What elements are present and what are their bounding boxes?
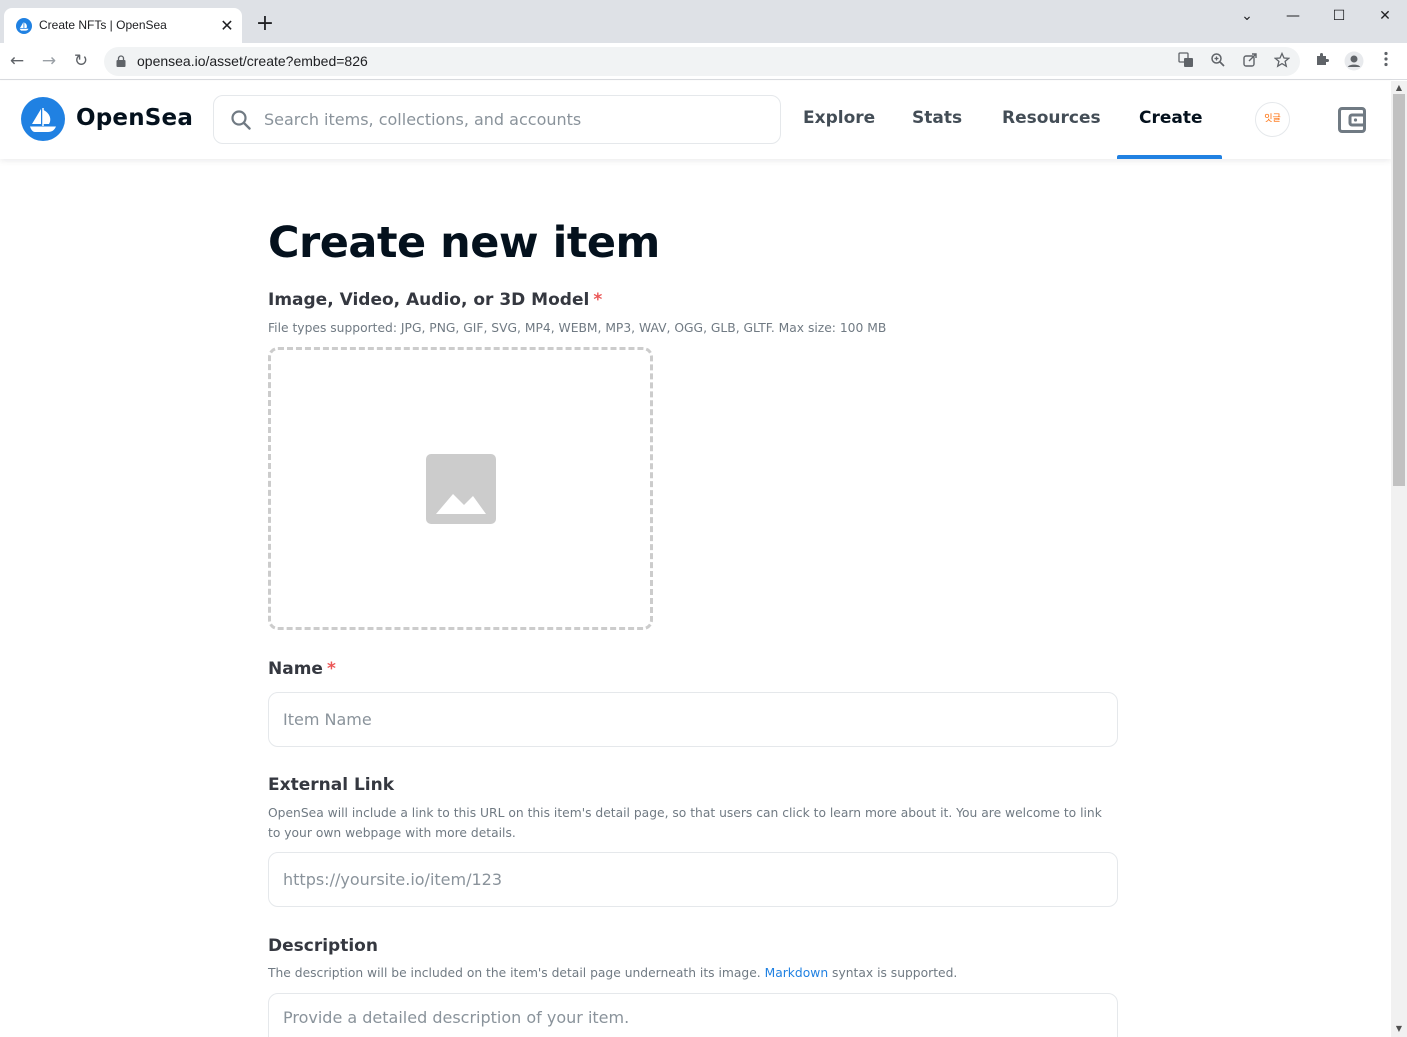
page-title: Create new item bbox=[268, 218, 660, 268]
active-nav-indicator bbox=[1117, 155, 1222, 159]
minimize-icon[interactable]: — bbox=[1270, 4, 1316, 30]
scroll-thumb[interactable] bbox=[1393, 94, 1405, 486]
required-marker: * bbox=[326, 659, 336, 679]
forward-icon[interactable]: → bbox=[37, 49, 61, 73]
tab-title: Create NFTs | OpenSea bbox=[39, 18, 167, 32]
markdown-link[interactable]: Markdown bbox=[765, 966, 829, 980]
maximize-icon[interactable]: ☐ bbox=[1316, 4, 1362, 30]
browser-toolbar: ← → ↻ opensea.io/asset/create?embed=826 bbox=[0, 43, 1407, 80]
nav-stats[interactable]: Stats bbox=[912, 108, 962, 128]
extensions-icon[interactable] bbox=[1311, 51, 1333, 73]
lock-icon bbox=[116, 55, 126, 67]
opensea-favicon-icon bbox=[16, 18, 32, 34]
page-scrollbar[interactable]: ▲ ▼ bbox=[1391, 81, 1407, 1037]
media-hint: File types supported: JPG, PNG, GIF, SVG… bbox=[268, 321, 887, 335]
star-icon[interactable] bbox=[1272, 51, 1292, 72]
tab-close-icon[interactable]: ✕ bbox=[218, 17, 236, 35]
profile-icon[interactable] bbox=[1343, 51, 1365, 73]
tab-search-icon[interactable]: ⌄ bbox=[1224, 4, 1270, 30]
name-label: Name * bbox=[268, 659, 336, 679]
item-name-input[interactable] bbox=[268, 692, 1118, 747]
description-hint: The description will be included on the … bbox=[268, 963, 957, 983]
share-icon[interactable] bbox=[1240, 52, 1260, 72]
image-placeholder-icon bbox=[426, 454, 496, 524]
description-label: Description bbox=[268, 936, 378, 956]
browser-tab[interactable]: Create NFTs | OpenSea ✕ bbox=[4, 8, 242, 43]
wallet-icon[interactable] bbox=[1337, 105, 1367, 135]
required-marker: * bbox=[593, 290, 603, 310]
brand-name[interactable]: OpenSea bbox=[76, 105, 193, 131]
zoom-icon[interactable] bbox=[1208, 52, 1228, 72]
media-dropzone[interactable] bbox=[268, 347, 653, 630]
media-label-text: Image, Video, Audio, or 3D Model bbox=[268, 290, 590, 310]
nav-create[interactable]: Create bbox=[1139, 108, 1203, 128]
nav-explore[interactable]: Explore bbox=[803, 108, 875, 128]
description-hint-text: The description will be included on the … bbox=[268, 966, 761, 980]
description-textarea[interactable] bbox=[268, 993, 1118, 1037]
translate-icon[interactable] bbox=[1176, 52, 1196, 72]
external-link-hint: OpenSea will include a link to this URL … bbox=[268, 806, 1102, 840]
nav-resources[interactable]: Resources bbox=[1002, 108, 1101, 128]
menu-icon[interactable] bbox=[1375, 51, 1397, 73]
search-input[interactable] bbox=[264, 97, 764, 142]
scroll-down-icon[interactable]: ▼ bbox=[1394, 1024, 1404, 1034]
address-bar[interactable]: opensea.io/asset/create?embed=826 bbox=[104, 47, 1300, 76]
site-search[interactable] bbox=[213, 95, 781, 144]
external-link-input[interactable] bbox=[268, 852, 1118, 907]
browser-tabstrip: Create NFTs | OpenSea ✕ + ⌄ — ☐ ✕ bbox=[0, 0, 1407, 43]
external-link-label: External Link bbox=[268, 775, 395, 795]
site-header: OpenSea Explore Stats Resources Create 잇… bbox=[0, 81, 1391, 159]
new-tab-icon[interactable]: + bbox=[253, 12, 277, 36]
url-text: opensea.io/asset/create?embed=826 bbox=[137, 53, 368, 69]
reload-icon[interactable]: ↻ bbox=[69, 49, 93, 73]
scroll-up-icon[interactable]: ▲ bbox=[1394, 83, 1404, 93]
back-icon[interactable]: ← bbox=[5, 49, 29, 73]
search-icon bbox=[231, 110, 251, 130]
description-hint-suffix: syntax is supported. bbox=[832, 966, 958, 980]
name-label-text: Name bbox=[268, 659, 323, 679]
opensea-logo-icon[interactable] bbox=[21, 97, 65, 141]
window-close-icon[interactable]: ✕ bbox=[1362, 4, 1407, 30]
avatar[interactable]: 잇글 bbox=[1255, 102, 1290, 137]
media-label: Image, Video, Audio, or 3D Model * bbox=[268, 290, 602, 310]
